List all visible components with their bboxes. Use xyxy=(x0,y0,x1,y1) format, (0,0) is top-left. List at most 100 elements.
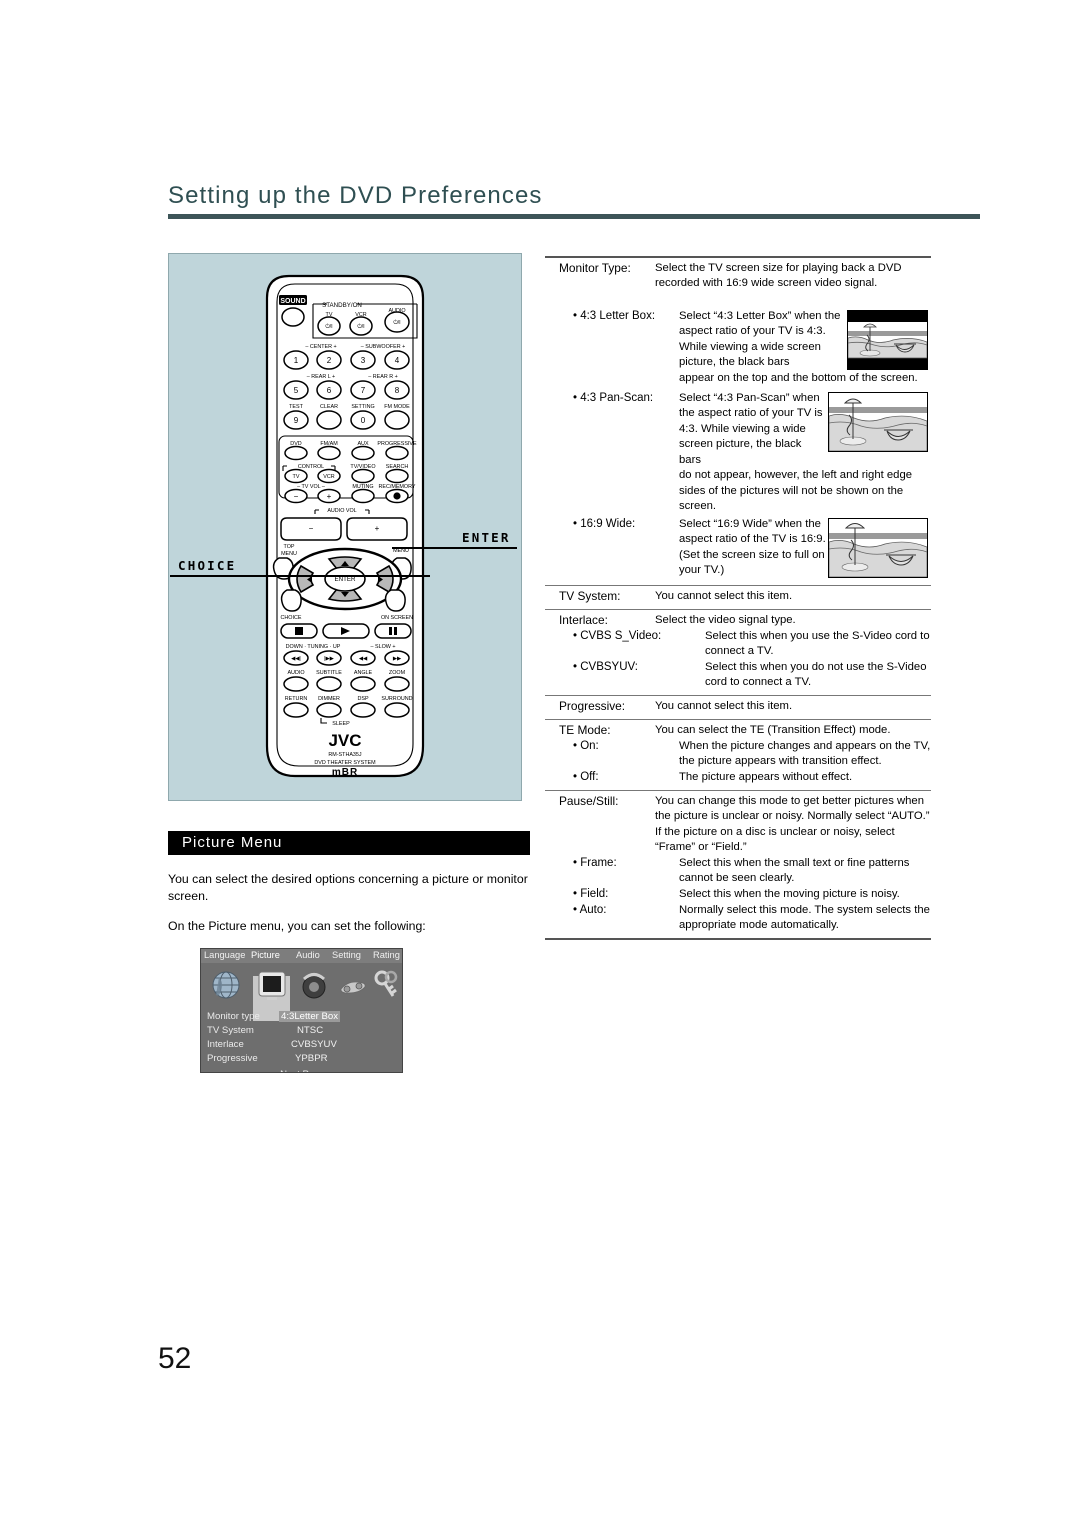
svg-text:7: 7 xyxy=(361,386,366,395)
rule-bottom xyxy=(545,937,931,940)
rating-keys-icon xyxy=(374,970,398,997)
term-monitor-type: Monitor Type: xyxy=(559,261,631,275)
svg-text:ZOOM: ZOOM xyxy=(389,670,406,676)
osd-icon-row xyxy=(201,963,402,1021)
choice-callout-line xyxy=(170,575,430,577)
svg-text:DOWN · TUNING · UP: DOWN · TUNING · UP xyxy=(286,644,341,650)
section-monitor-type: Monitor Type: Select the TV screen size … xyxy=(545,258,931,585)
svg-text:▶▶: ▶▶ xyxy=(393,656,401,662)
svg-text:SETTING: SETTING xyxy=(351,404,374,410)
svg-text:−: − xyxy=(294,492,299,501)
desc-43-pan-scan-rest: do not appear, however, the left and rig… xyxy=(679,469,913,513)
osd-picture-menu-screenshot: Language Picture Audio Setting Rating Mo… xyxy=(200,948,403,1073)
svg-text:DIMMER: DIMMER xyxy=(318,696,340,702)
osd-row-value-tv-system[interactable]: NTSC xyxy=(297,1025,323,1036)
osd-next-page-label[interactable]: Next Page xyxy=(201,1069,402,1072)
svg-text:TV: TV xyxy=(293,474,300,480)
term-pause-still: Pause/Still: xyxy=(559,793,619,808)
osd-row-label-interlace: Interlace xyxy=(207,1039,244,1050)
svg-text:|▶▶: |▶▶ xyxy=(324,656,334,662)
svg-text:TEST: TEST xyxy=(289,404,303,410)
svg-text:VCR: VCR xyxy=(323,474,334,480)
osd-tab-language[interactable]: Language xyxy=(204,950,245,960)
svg-text:⏻/I: ⏻/I xyxy=(393,319,400,326)
svg-text:ANGLE: ANGLE xyxy=(354,670,373,676)
monitor-icon xyxy=(258,971,286,1000)
svg-text:ENTER: ENTER xyxy=(335,576,357,583)
osd-tab-picture[interactable]: Picture xyxy=(251,950,280,960)
osd-tab-setting[interactable]: Setting xyxy=(332,950,361,960)
term-tv-system: TV System: xyxy=(559,588,621,603)
svg-text:RETURN: RETURN xyxy=(285,696,308,702)
svg-text:MENU: MENU xyxy=(281,551,297,557)
svg-text:mBR: mBR xyxy=(332,767,358,778)
section-interlace: Interlace: Select the video signal type.… xyxy=(545,610,931,695)
osd-row-value-interlace[interactable]: CVBSYUV xyxy=(291,1039,337,1050)
svg-text:CONTROL: CONTROL xyxy=(298,464,324,470)
osd-row-label-tv-system: TV System xyxy=(207,1025,254,1036)
desc-te-on: When the picture changes and appears on … xyxy=(679,739,931,768)
svg-text:SOUND: SOUND xyxy=(280,298,305,305)
page-number: 52 xyxy=(158,1342,192,1375)
svg-text:◀◀|: ◀◀| xyxy=(291,656,301,662)
term-cvbs-s-video: • CVBS S_Video: xyxy=(573,629,662,642)
svg-text:AUDIO VOL: AUDIO VOL xyxy=(327,508,356,514)
osd-row-value-progressive[interactable]: YPBPR xyxy=(295,1053,328,1064)
picture-menu-paragraph-1: You can select the desired options conce… xyxy=(168,872,528,903)
svg-text:−: − xyxy=(309,524,314,533)
svg-text:– REAR R +: – REAR R + xyxy=(368,374,398,380)
osd-tab-audio[interactable]: Audio xyxy=(296,950,320,960)
globe-icon xyxy=(212,971,240,999)
title-rule xyxy=(168,214,980,219)
svg-text:4: 4 xyxy=(395,356,400,365)
term-te-mode: TE Mode: xyxy=(559,722,611,737)
term-progressive: Progressive: xyxy=(559,698,626,713)
svg-text:1: 1 xyxy=(294,356,299,365)
osd-tab-bar: Language Picture Audio Setting Rating xyxy=(201,949,402,963)
svg-text:+: + xyxy=(327,492,332,501)
svg-text:– CENTER +: – CENTER + xyxy=(305,344,336,350)
term-frame: • Frame: xyxy=(573,856,617,869)
svg-text:0: 0 xyxy=(361,416,366,425)
osd-row-label-monitor-type: Monitor type xyxy=(207,1011,260,1022)
svg-text:TOP: TOP xyxy=(284,544,295,550)
term-auto: • Auto: xyxy=(573,903,607,916)
svg-text:6: 6 xyxy=(327,386,332,395)
term-43-letter-box: • 4:3 Letter Box: xyxy=(573,310,656,322)
desc-43-letter-box-rest: appear on the top and the bottom of the … xyxy=(679,371,918,384)
svg-text:– SLOW +: – SLOW + xyxy=(370,644,395,650)
term-te-on: • On: xyxy=(573,739,599,752)
enter-callout-line xyxy=(392,547,517,549)
svg-text:⏻/I: ⏻/I xyxy=(325,323,332,330)
svg-text:JVC: JVC xyxy=(328,731,361,750)
svg-text:– REAR L +: – REAR L + xyxy=(307,374,335,380)
svg-text:⏻/I: ⏻/I xyxy=(357,323,364,330)
svg-text:8: 8 xyxy=(395,386,400,395)
setting-icon xyxy=(340,981,366,994)
picture-menu-heading-label: Picture Menu xyxy=(182,834,283,851)
section-pause-still: Pause/Still: You can change this mode to… xyxy=(545,791,931,938)
svg-text:– SUBWOOFER +: – SUBWOOFER + xyxy=(361,344,405,350)
svg-text:◀◀: ◀◀ xyxy=(359,656,367,662)
svg-text:DSP: DSP xyxy=(357,696,368,702)
svg-text:5: 5 xyxy=(294,386,299,395)
osd-row-label-progressive: Progressive xyxy=(207,1053,258,1064)
osd-tab-rating[interactable]: Rating xyxy=(373,950,400,960)
section-progressive: Progressive: You cannot select this item… xyxy=(545,696,931,719)
svg-text:SUBTITLE: SUBTITLE xyxy=(316,670,342,676)
svg-text:ON SCREEN: ON SCREEN xyxy=(381,615,413,621)
picture-menu-heading: Picture Menu xyxy=(168,831,530,855)
osd-row-value-monitor-type[interactable]: 4:3Letter Box xyxy=(279,1011,341,1022)
term-te-off: • Off: xyxy=(573,770,599,783)
svg-text:SURROUND: SURROUND xyxy=(381,696,412,702)
term-169-wide: • 16:9 Wide: xyxy=(573,517,636,530)
term-cvbsyuv: • CVBSYUV: xyxy=(573,660,638,673)
figure-letter-box xyxy=(847,310,928,370)
desc-te-off: The picture appears without effect. xyxy=(679,770,853,783)
svg-text:AUDIO: AUDIO xyxy=(287,670,304,676)
enter-callout-label: ENTER xyxy=(462,530,511,545)
svg-text:CHOICE: CHOICE xyxy=(281,615,302,621)
svg-text:9: 9 xyxy=(294,416,299,425)
audio-icon xyxy=(302,973,326,999)
svg-text:2: 2 xyxy=(327,356,332,365)
